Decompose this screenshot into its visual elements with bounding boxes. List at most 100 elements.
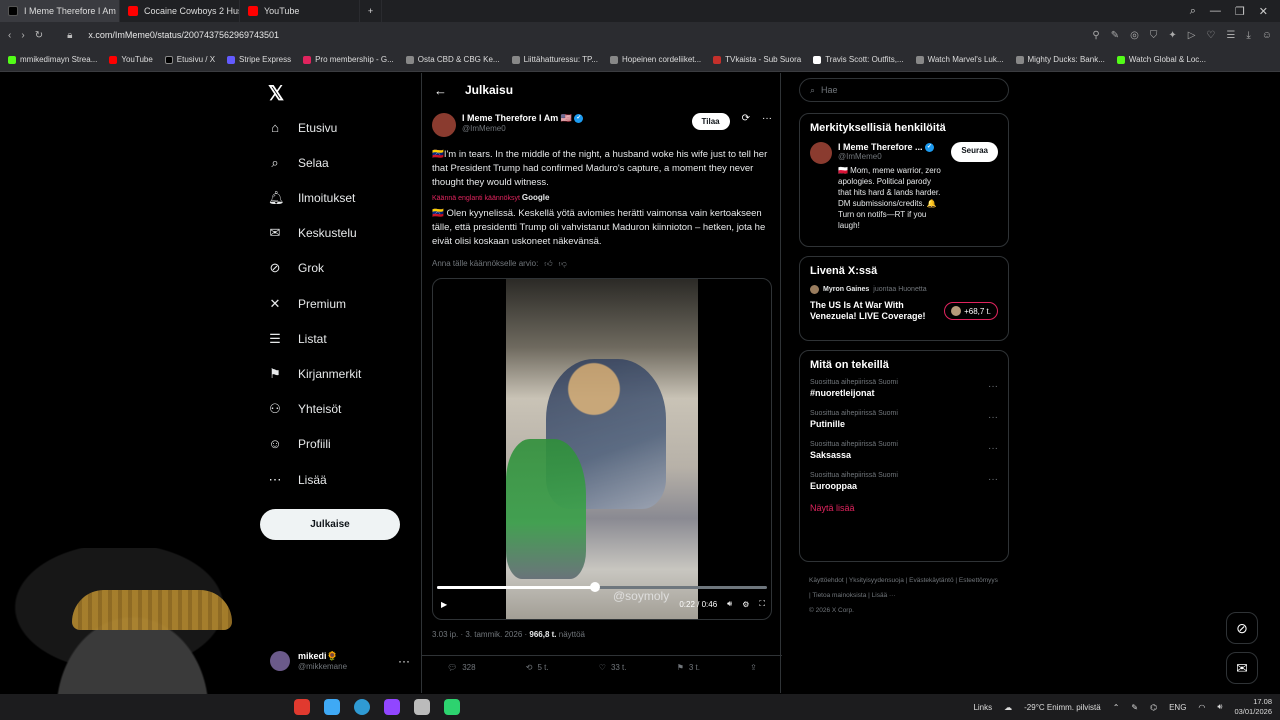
bookmark-item[interactable]: Mighty Ducks: Bank... xyxy=(1015,55,1105,64)
nav-item-bookmarks[interactable]: ⚑ Kirjanmerkit xyxy=(268,367,361,382)
post-timestamp[interactable]: 3.03 ip. · 3. tammik. 2026 · xyxy=(432,630,529,639)
search-tabs-icon[interactable]: ⌕ xyxy=(1190,5,1196,18)
shield-icon[interactable]: ⛉ xyxy=(1150,30,1158,41)
nav-item-grok[interactable]: ⊘ Grok xyxy=(268,261,324,276)
trend-item[interactable]: Suosittua aihepiirissä Suomi Saksassa ··… xyxy=(810,441,998,460)
nav-item-premium[interactable]: ✕ Premium xyxy=(268,297,346,312)
wifi-icon[interactable]: ◠ xyxy=(1198,703,1205,712)
show-more-link[interactable]: Näytä lisää xyxy=(810,503,998,513)
more-options-icon[interactable]: ··· xyxy=(762,113,772,124)
chevron-up-icon[interactable]: ⌃ xyxy=(1113,703,1120,712)
trend-item[interactable]: Suosittua aihepiirissä Suomi Putinille ·… xyxy=(810,410,998,429)
language-indicator[interactable]: ENG xyxy=(1169,703,1186,712)
bookmark-item[interactable]: Travis Scott: Outfits,... xyxy=(813,55,904,64)
profile-icon[interactable]: ☺ xyxy=(1262,30,1272,41)
account-switcher[interactable]: mikedi🌻 @mikkemane ··· xyxy=(270,651,410,671)
bookmark-item[interactable]: Hopeinen cordeliiket... xyxy=(610,55,701,64)
nav-item-messages[interactable]: ✉ Keskustelu xyxy=(268,226,357,241)
settings-gear-icon[interactable]: ⚙ xyxy=(742,600,749,609)
links-toolbar[interactable]: Links xyxy=(973,703,992,712)
reload-icon[interactable]: ↻ xyxy=(35,30,43,41)
app-icon[interactable] xyxy=(294,699,310,715)
edit-icon[interactable]: ✎ xyxy=(1111,30,1119,41)
live-space[interactable]: The US Is At War With Venezuela! LIVE Co… xyxy=(810,300,998,322)
post-button[interactable]: Julkaise xyxy=(260,509,400,540)
app-icon[interactable] xyxy=(414,699,430,715)
bookmark-item[interactable]: mmikedimayn Strea... xyxy=(8,55,97,64)
network-icon[interactable]: ⌬ xyxy=(1150,703,1157,712)
download-icon[interactable]: ⤓ xyxy=(1246,30,1250,41)
play-icon[interactable]: ▷ xyxy=(1188,30,1196,41)
thumbs-up-icon[interactable]: 👍︎ xyxy=(544,259,552,269)
nav-item-profile[interactable]: ☺ Profiili xyxy=(268,437,330,452)
bookmark-item[interactable]: Watch Global & Loc... xyxy=(1116,55,1206,64)
grok-explain-icon[interactable]: ⟳ xyxy=(742,113,750,124)
avatar[interactable] xyxy=(810,142,832,164)
subscribe-button[interactable]: Tilaa xyxy=(691,113,730,130)
maximize-icon[interactable]: ❐ xyxy=(1235,5,1245,18)
bookmark-item[interactable]: TVkaista - Sub Suora xyxy=(713,55,801,64)
volume-icon[interactable]: 🔊︎ xyxy=(727,599,732,609)
more-icon[interactable]: ··· xyxy=(988,474,998,485)
progress-handle[interactable] xyxy=(589,582,600,592)
messages-fab-icon[interactable]: ✉ xyxy=(1226,652,1258,684)
bookmark-button[interactable]: ⚑ 3 t. xyxy=(677,663,700,672)
footer-link[interactable]: Käyttöehdot xyxy=(809,577,844,584)
nav-item-lists[interactable]: ☰ Listat xyxy=(268,332,327,347)
volume-icon[interactable]: 🔊︎ xyxy=(1217,702,1222,712)
new-tab-button[interactable]: + xyxy=(360,0,382,22)
weather-text[interactable]: -29°C Enimm. pilvistä xyxy=(1024,703,1101,712)
browser-tab[interactable]: Cocaine Cowboys 2 Hustl xyxy=(120,0,240,22)
back-icon[interactable]: ‹ xyxy=(8,30,11,41)
heart-icon[interactable]: ♡ xyxy=(1206,30,1215,41)
app-icon[interactable] xyxy=(444,699,460,715)
host-name[interactable]: Myron Gaines xyxy=(823,286,869,293)
more-icon[interactable]: ··· xyxy=(398,654,410,668)
bookmark-item[interactable]: YouTube xyxy=(109,55,153,64)
footer-link[interactable]: Evästekäytäntö xyxy=(909,577,953,584)
like-button[interactable]: ♡ 33 t. xyxy=(599,663,627,672)
nav-item-more[interactable]: ⋯ Lisää xyxy=(268,473,327,488)
share-button[interactable]: ⇪ xyxy=(750,663,757,672)
fullscreen-icon[interactable]: ⛶ xyxy=(759,599,765,609)
follow-button[interactable]: Seuraa xyxy=(951,142,998,162)
app-icon[interactable] xyxy=(384,699,400,715)
camera-icon[interactable]: ◎ xyxy=(1130,30,1139,41)
nav-item-home[interactable]: ⌂ Etusivu xyxy=(268,121,337,136)
suggested-name[interactable]: I Meme Therefore ... xyxy=(838,142,923,152)
video-player[interactable]: @soymoly ▶ 0:22 / 0:46 🔊︎ ⚙ ⛶ xyxy=(432,278,772,620)
translated-from-label[interactable]: Käännä englanti käännöksyt xyxy=(432,195,520,202)
footer-link[interactable]: Tietoa mainoksista xyxy=(812,592,866,599)
suggested-user[interactable]: I Meme Therefore ... ✓ @ImMeme0 🇵🇱 Mom, … xyxy=(810,142,998,231)
author-handle[interactable]: @ImMeme0 xyxy=(462,124,583,133)
menu-icon[interactable]: ☰ xyxy=(1226,30,1235,41)
trend-item[interactable]: Suosittua aihepiirissä Suomi #nuoretleij… xyxy=(810,379,998,398)
pen-icon[interactable]: ✎ xyxy=(1131,703,1138,712)
clock[interactable]: 17.08 03/01/2026 xyxy=(1234,697,1272,717)
avatar[interactable] xyxy=(432,113,456,137)
edge-icon[interactable] xyxy=(354,699,370,715)
minimize-icon[interactable]: — xyxy=(1210,5,1221,17)
zoom-icon[interactable]: ⚲ xyxy=(1092,30,1099,41)
x-logo-icon[interactable]: 𝕏 xyxy=(268,81,284,106)
bookmark-item[interactable]: Stripe Express xyxy=(227,55,291,64)
play-icon[interactable]: ▶ xyxy=(441,600,447,609)
more-icon[interactable]: ··· xyxy=(988,443,998,454)
repost-button[interactable]: ⟲ 5 t. xyxy=(526,663,549,672)
back-arrow-icon[interactable]: ← xyxy=(434,83,447,98)
nav-item-explore[interactable]: ⌕ Selaa xyxy=(268,156,328,171)
nav-item-communities[interactable]: ⚇ Yhteisöt xyxy=(268,402,341,417)
reply-button[interactable]: 💬︎ 328 xyxy=(447,663,476,672)
forward-icon[interactable]: › xyxy=(21,30,24,41)
live-listener-badge[interactable]: +68,7 t. xyxy=(944,302,998,320)
footer-link[interactable]: Lisää ··· xyxy=(872,592,896,599)
extension-icon[interactable]: ✦ xyxy=(1168,30,1176,41)
browser-tab[interactable]: YouTube xyxy=(240,0,360,22)
bookmark-item[interactable]: Watch Marvel's Luk... xyxy=(915,55,1004,64)
footer-link[interactable]: Esteettömyys xyxy=(959,577,998,584)
bookmark-item[interactable]: Osta CBD & CBG Ke... xyxy=(405,55,500,64)
browser-tab[interactable]: I Meme Therefore I Am ☺ xyxy=(0,0,120,22)
trend-item[interactable]: Suosittua aihepiirissä Suomi Eurooppaa ·… xyxy=(810,472,998,491)
bookmark-item[interactable]: Etusivu / X xyxy=(164,55,215,64)
video-progress-bar[interactable] xyxy=(437,582,767,592)
